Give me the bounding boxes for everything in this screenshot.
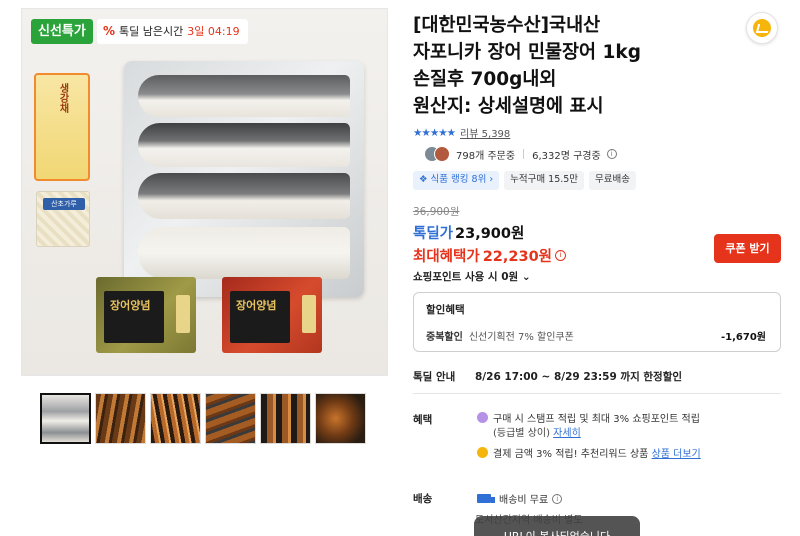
ginger-label: 생강채 [57, 83, 68, 113]
benefit-stamp: 구매 시 스탬프 적립 및 최대 3% 쇼핑포인트 적립 (등급별 상이) 자세… [477, 412, 777, 441]
thumbnail-3[interactable] [150, 393, 201, 444]
thumbnail-strip [40, 393, 366, 444]
copy-toast: URL이 복사되었습니다 [474, 516, 640, 536]
eel-fillet [138, 75, 350, 117]
discount-header: 할인혜택 [426, 304, 465, 316]
deal-info-row: 톡딜 안내 8/26 17:00 ~ 8/29 23:59 까지 한정할인 [413, 371, 683, 383]
pepper-package: 산초가루 [36, 191, 90, 247]
truck-icon [477, 494, 495, 503]
point-icon [477, 412, 488, 423]
point-usage-toggle[interactable]: 쇼핑포인트 사용 시 0원 ⌄ [413, 269, 531, 284]
info-icon[interactable]: i [606, 149, 617, 159]
divider [413, 393, 781, 394]
order-status-row: 798개 주문중 6,332명 구경중 i [424, 146, 617, 162]
original-price: 36,900원 [413, 206, 460, 218]
thumbnail-6[interactable] [315, 393, 366, 444]
star-rating-icon: ★★★★★ [413, 126, 456, 139]
deal-timer: % 톡딜 남은시간 3일 04:19 [97, 19, 248, 44]
thumbnail-1[interactable] [40, 393, 91, 444]
eel-fillet [138, 173, 350, 219]
ginger-package: 생강채 [34, 73, 90, 181]
orders-count: 798개 주문중 [456, 150, 516, 162]
sauce-package-green: 장어양념 [96, 277, 196, 353]
more-products-link[interactable]: 상품 더보기 [652, 449, 701, 460]
product-main-image[interactable]: 생강채 산초가루 장어양념 장어양념 신선특가 % 톡딜 남은시간 3일 04:… [21, 8, 388, 376]
details-link[interactable]: 자세히 [553, 428, 581, 439]
max-benefit-price: 최대혜택가 22,230원 i [413, 245, 566, 266]
product-title: [대한민국농수산]국내산 자포니카 장어 민물장어 1kg 손질후 700g내외… [413, 15, 641, 117]
reward-icon [753, 19, 771, 37]
sauce-label: 장어양념 [236, 299, 277, 312]
viewers-count: 6,332명 구경중 [532, 150, 601, 162]
discount-amount: -1,670원 [721, 332, 766, 343]
sauce-label: 장어양념 [110, 299, 151, 312]
eel-fillet [138, 123, 350, 167]
coupon-button[interactable]: 쿠폰 받기 [714, 234, 781, 263]
thumbnail-5[interactable] [260, 393, 311, 444]
info-icon[interactable]: i [552, 493, 563, 504]
thumbnail-2[interactable] [95, 393, 146, 444]
review-link[interactable]: 리뷰 5,398 [460, 125, 510, 140]
reward-icon [477, 447, 488, 458]
chevron-down-icon: ⌄ [521, 271, 531, 283]
info-icon[interactable]: i [555, 250, 566, 261]
buyer-avatars [424, 146, 450, 162]
rating-row: ★★★★★ 리뷰 5,398 [413, 125, 510, 141]
eel-package-image [124, 61, 364, 297]
pepper-label: 산초가루 [43, 198, 85, 210]
percent-icon: % [103, 24, 116, 38]
delivery-section: 배송 배송비 무료 i [413, 491, 563, 506]
fresh-deal-badge: 신선특가 [31, 19, 93, 44]
benefit-reward: 결제 금액 3% 적립! 추천리워드 상품 상품 더보기 [477, 447, 777, 462]
free-shipping-tag: 무료배송 [589, 171, 637, 190]
sauce-package-red: 장어양념 [222, 277, 322, 353]
product-tags: ❖ 식품 랭킹 8위 › 누적구매 15.5만 무료배송 [413, 171, 637, 190]
thumbnail-4[interactable] [205, 393, 256, 444]
discount-line: 중복할인 신선기획전 7% 할인쿠폰 -1,670원 [426, 328, 766, 343]
ranking-tag[interactable]: ❖ 식품 랭킹 8위 › [413, 171, 500, 190]
deal-price: 톡딜가 23,900원 [413, 226, 525, 242]
wishlist-badge[interactable] [746, 12, 778, 44]
timer-label: 톡딜 남은시간 [119, 25, 184, 38]
timer-value: 3일 04:19 [187, 25, 240, 38]
avatar [434, 146, 450, 162]
eel-fillet [138, 227, 350, 279]
cumulative-tag: 누적구매 15.5만 [504, 171, 585, 190]
discount-benefit-box: 할인혜택 중복할인 신선기획전 7% 할인쿠폰 -1,670원 [413, 292, 781, 352]
